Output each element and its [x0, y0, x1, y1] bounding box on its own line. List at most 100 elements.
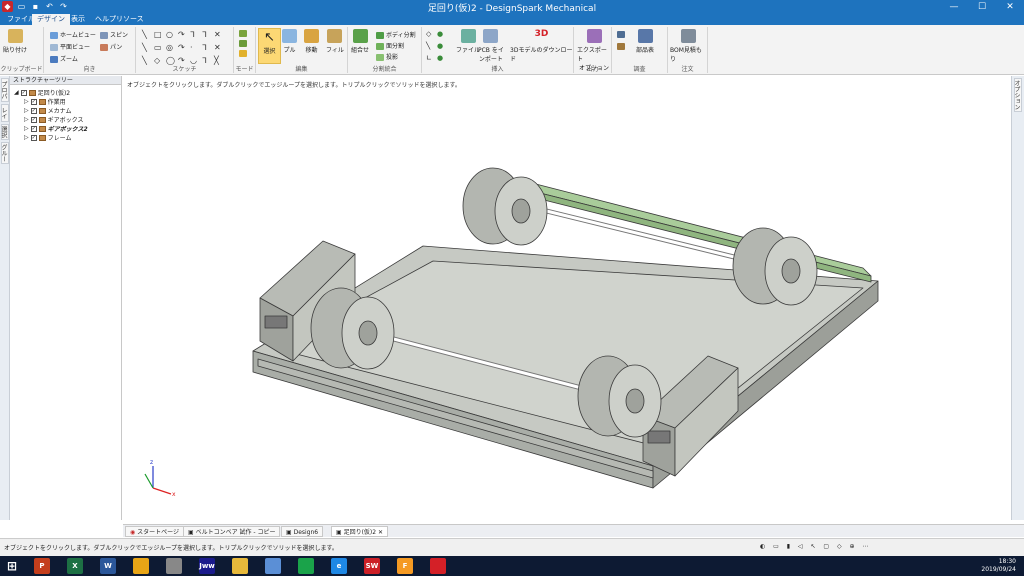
plan-view-button[interactable]: 平面ビュー [50, 42, 90, 51]
taskbar-explorer-icon[interactable] [232, 558, 248, 574]
section-mode-icon[interactable] [239, 40, 247, 47]
taskbar-chrome-icon[interactable] [133, 558, 149, 574]
pull-button[interactable]: プル [282, 29, 297, 54]
visibility-checkbox[interactable]: ✓ [20, 89, 27, 96]
status-tools[interactable]: ◐ ▭ ▮ ◁ ↖ ▢ ◇ ⊕ ⋯ [760, 543, 871, 550]
status-bar: オブジェクトをクリックします。ダブルクリックでエッジループを選択します。トリプル… [0, 538, 1024, 556]
sketch-mode-icon[interactable] [239, 30, 247, 37]
check-icon[interactable] [617, 43, 625, 50]
tab-design[interactable]: デザイン [32, 14, 70, 25]
bom-quote-button[interactable]: BOM見積もり [670, 29, 707, 63]
tree-node-child[interactable]: ▷ ✓ フレーム [24, 133, 71, 142]
zoom-button[interactable]: ズーム [50, 54, 78, 63]
expand-icon[interactable]: ▷ [24, 125, 29, 132]
document-icon: ▣ [188, 529, 196, 536]
parts-list-icon [637, 29, 653, 43]
structure-tree-header: ストラクチャーツリー [10, 76, 121, 85]
visibility-checkbox[interactable]: ✓ [30, 125, 37, 132]
taskbar-designspark-icon[interactable] [430, 558, 446, 574]
system-clock[interactable]: 18:30 2019/09/24 [981, 558, 1016, 574]
taskbar-jww-icon[interactable]: Jww [199, 558, 215, 574]
cad-model[interactable]: z x [123, 76, 1011, 520]
structure-tree: ストラクチャーツリー ◢ ✓ 足回り(仮)2 ▷ ✓ 作業用 ▷ ✓ メカナム … [10, 76, 122, 520]
group-intersect: 組合せ ボディ分割 面分割 投影 分割統合 [348, 27, 422, 73]
insert-file-button[interactable]: ファイル [456, 29, 480, 54]
paste-button[interactable]: 貼り付け [3, 29, 27, 54]
maximize-button[interactable]: ☐ [968, 0, 996, 13]
tab-properties[interactable]: プロパティ [0, 78, 9, 102]
project-button[interactable]: 投影 [376, 52, 398, 61]
visibility-checkbox[interactable]: ✓ [30, 107, 37, 114]
select-button[interactable]: ↖ 選択 [258, 28, 281, 64]
group-output: エクスポート オプション 出力 [574, 27, 612, 73]
group-sketch: ╲ □ ○ ↷ ᒣ ᒣ ✕ ╲ ▭ ◎ ↷ · ᒣ ✕ ╲ ◇ ◯ ↷ ◡ ᒣ ╳ スケッチ [136, 27, 234, 73]
3d-icon: 3D [534, 29, 549, 39]
side-panel-tabs: プロパティ レイヤ 選択 グループ [0, 76, 10, 520]
collapse-icon[interactable]: ◢ [14, 89, 19, 96]
tab-help[interactable]: ヘルプリソース [90, 14, 149, 25]
group-clipboard: 貼り付け クリップボード [0, 27, 44, 73]
doc-tab-belt[interactable]: ▣ ベルトコンベア 試作 - コピー [183, 526, 281, 537]
design-viewport[interactable]: オブジェクトをクリックします。ダブルクリックでエッジループを選択します。トリプル… [123, 76, 1011, 520]
download-3d-button[interactable]: 3D 3Dモデルのダウンロード [510, 29, 573, 63]
taskbar-store-icon[interactable] [298, 558, 314, 574]
component-icon [28, 89, 36, 96]
plan-icon [50, 44, 58, 51]
pan-button[interactable]: パン [100, 42, 122, 51]
tab-display[interactable]: 表示 [66, 14, 90, 25]
taskbar-fusion-icon[interactable]: F [397, 558, 413, 574]
tree-node-child[interactable]: ▷ ✓ メカナム [24, 106, 71, 115]
taskbar-tool-icon[interactable] [166, 558, 182, 574]
taskbar-powerpoint-icon[interactable]: P [34, 558, 50, 574]
tab-selection[interactable]: 選択 [0, 124, 9, 140]
minimize-button[interactable]: — [940, 0, 968, 13]
parts-list-button[interactable]: 部品表 [636, 29, 654, 54]
3d-mode-icon[interactable] [239, 50, 247, 57]
close-button[interactable]: ✕ [996, 0, 1024, 13]
group-order: BOM見積もり 注文 [668, 27, 708, 73]
fill-icon [327, 29, 343, 43]
ribbon: 貼り付け クリップボード ホームビュー 平面ビュー ズーム スピン パン 向き … [0, 25, 1024, 75]
combine-button[interactable]: 組合せ [351, 29, 369, 54]
title-bar: ◆ ▭ ▪ ↶ ↷ 足回り(仮)2 - DesignSpark Mechanic… [0, 0, 1024, 14]
split-body-button[interactable]: ボディ分割 [376, 30, 416, 39]
tab-groups[interactable]: グループ [0, 142, 9, 164]
tab-layers[interactable]: レイヤ [0, 104, 9, 122]
insert-small-tools[interactable]: ◇ ● ╲ ● ∟ ● [426, 30, 448, 62]
paste-icon [7, 29, 23, 43]
fill-button[interactable]: フィル [326, 29, 344, 54]
tree-node-child[interactable]: ▷ ✓ 作業用 [24, 97, 66, 106]
doc-tab-start[interactable]: ◉ スタートページ [125, 526, 185, 537]
visibility-checkbox[interactable]: ✓ [30, 134, 37, 141]
split-face-button[interactable]: 面分割 [376, 41, 404, 50]
expand-icon[interactable]: ▷ [24, 116, 29, 123]
right-panel-tab: オプション [1011, 76, 1024, 520]
start-button[interactable]: ⊞ [4, 558, 20, 574]
taskbar-edge-icon[interactable]: e [331, 558, 347, 574]
tab-options[interactable]: オプション [1013, 78, 1022, 112]
visibility-checkbox[interactable]: ✓ [30, 116, 37, 123]
measure-icon[interactable] [617, 31, 625, 38]
doc-tab-design6[interactable]: ▣ Design6 [281, 526, 324, 537]
spin-button[interactable]: スピン [100, 30, 128, 39]
document-tabs: ◉ スタートページ ▣ ベルトコンベア 試作 - コピー ▣ Design6 ▣… [123, 524, 1024, 537]
taskbar-word-icon[interactable]: W [100, 558, 116, 574]
taskbar-excel-icon[interactable]: X [67, 558, 83, 574]
tree-node-child[interactable]: ▷ ✓ ギアボックス [24, 115, 83, 124]
expand-icon[interactable]: ▷ [24, 107, 29, 114]
split-face-icon [376, 43, 384, 50]
visibility-checkbox[interactable]: ✓ [30, 98, 37, 105]
taskbar-solidworks-icon[interactable]: SW [364, 558, 380, 574]
close-tab-icon[interactable]: ✕ [376, 529, 383, 536]
tree-node-active[interactable]: ▷ ✓ ギアボックス2 [24, 124, 88, 133]
import-pcb-button[interactable]: PCB をイ ンポート [478, 29, 504, 63]
taskbar-notes-icon[interactable] [265, 558, 281, 574]
expand-icon[interactable]: ▷ [24, 98, 29, 105]
zoom-icon [50, 56, 58, 63]
tree-node-root[interactable]: ◢ ✓ 足回り(仮)2 [14, 88, 70, 97]
doc-tab-active[interactable]: ▣ 足回り(仮)2 ✕ [331, 526, 389, 537]
move-button[interactable]: 移動 [304, 29, 319, 54]
expand-icon[interactable]: ▷ [24, 134, 29, 141]
home-view-button[interactable]: ホームビュー [50, 30, 96, 39]
sketch-tools[interactable]: ╲ □ ○ ↷ ᒣ ᒣ ✕ ╲ ▭ ◎ ↷ · ᒣ ✕ ╲ ◇ ◯ ↷ ◡ ᒣ ╳ [142, 30, 226, 65]
